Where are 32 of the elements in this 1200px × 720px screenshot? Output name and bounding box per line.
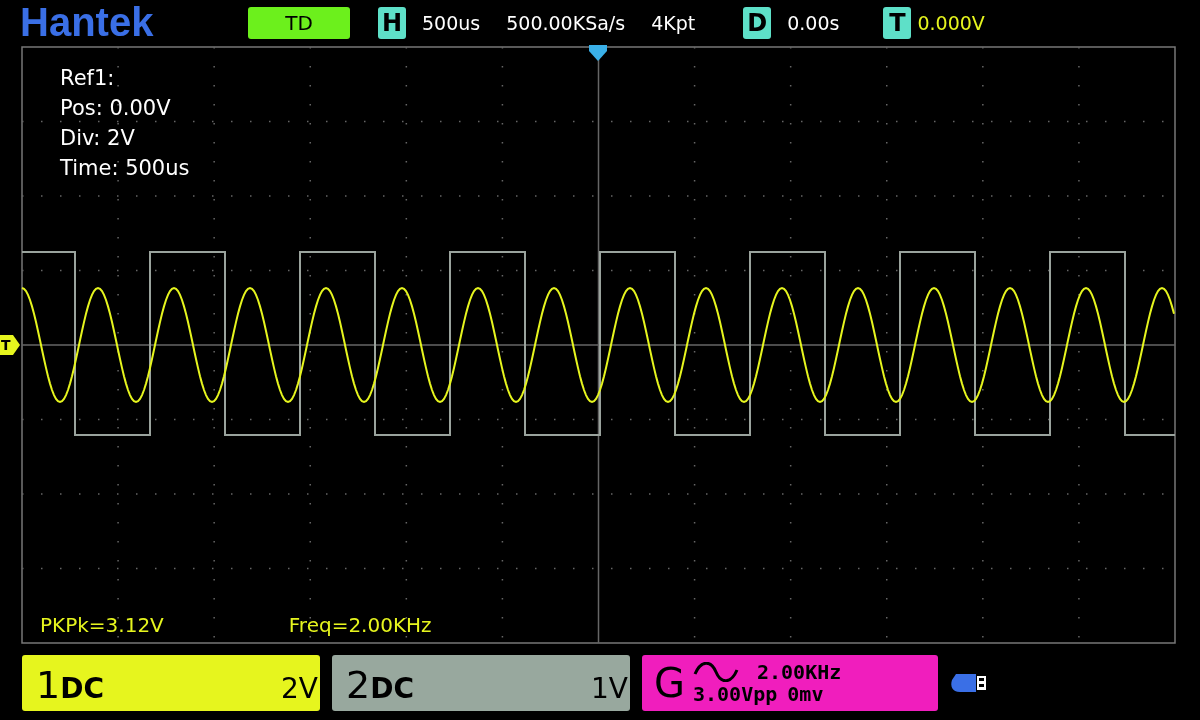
delay-label: D (743, 6, 772, 39)
reference-info-text: Time: 500us (60, 155, 190, 182)
sample-rate-value: 500.00KSa/s (506, 11, 626, 34)
trigger-label: T (883, 6, 912, 39)
measurement-readout: Freq=2.00KHz (288, 613, 432, 637)
channel-number: 1 (36, 662, 61, 707)
trigger-position-icon (589, 45, 607, 61)
sine-wave-icon (693, 661, 739, 682)
timebase-value: 500us (422, 11, 481, 34)
reference-info-text: Div: 2V (60, 125, 136, 152)
memory-depth-value: 4Kpt (651, 11, 696, 34)
delay-value: 0.00s (787, 11, 840, 34)
coupling-label: DC (370, 671, 414, 705)
generator-label: G (654, 659, 685, 706)
channel-scale: 1V (591, 671, 628, 705)
brand-logo: Hantek (20, 0, 155, 45)
horizontal-label: H (378, 6, 406, 39)
trigger-marker: T (0, 335, 20, 355)
channel-panel[interactable]: 1DC 2V (22, 654, 320, 711)
generator-amplitude: 3.00Vpp (693, 682, 778, 705)
generator-panel[interactable]: G 2.00KHz 3.00Vpp 0mv (642, 654, 938, 711)
generator-frequency: 2.00KHz (757, 660, 842, 683)
channel-panel[interactable]: 2DC 1V (332, 654, 630, 711)
mode-badge: TD (248, 6, 350, 39)
measurement-readout: PKPk=3.12V (40, 613, 164, 637)
trigger-level-value: 0.000V (917, 11, 985, 34)
coupling-label: DC (60, 671, 104, 705)
generator-offset: 0mv (787, 682, 824, 705)
channel-number: 2 (346, 662, 371, 707)
reference-info-text: Ref1: (60, 65, 116, 92)
channel-scale: 2V (281, 671, 318, 705)
reference-info-text: Pos: 0.00V (60, 95, 172, 122)
